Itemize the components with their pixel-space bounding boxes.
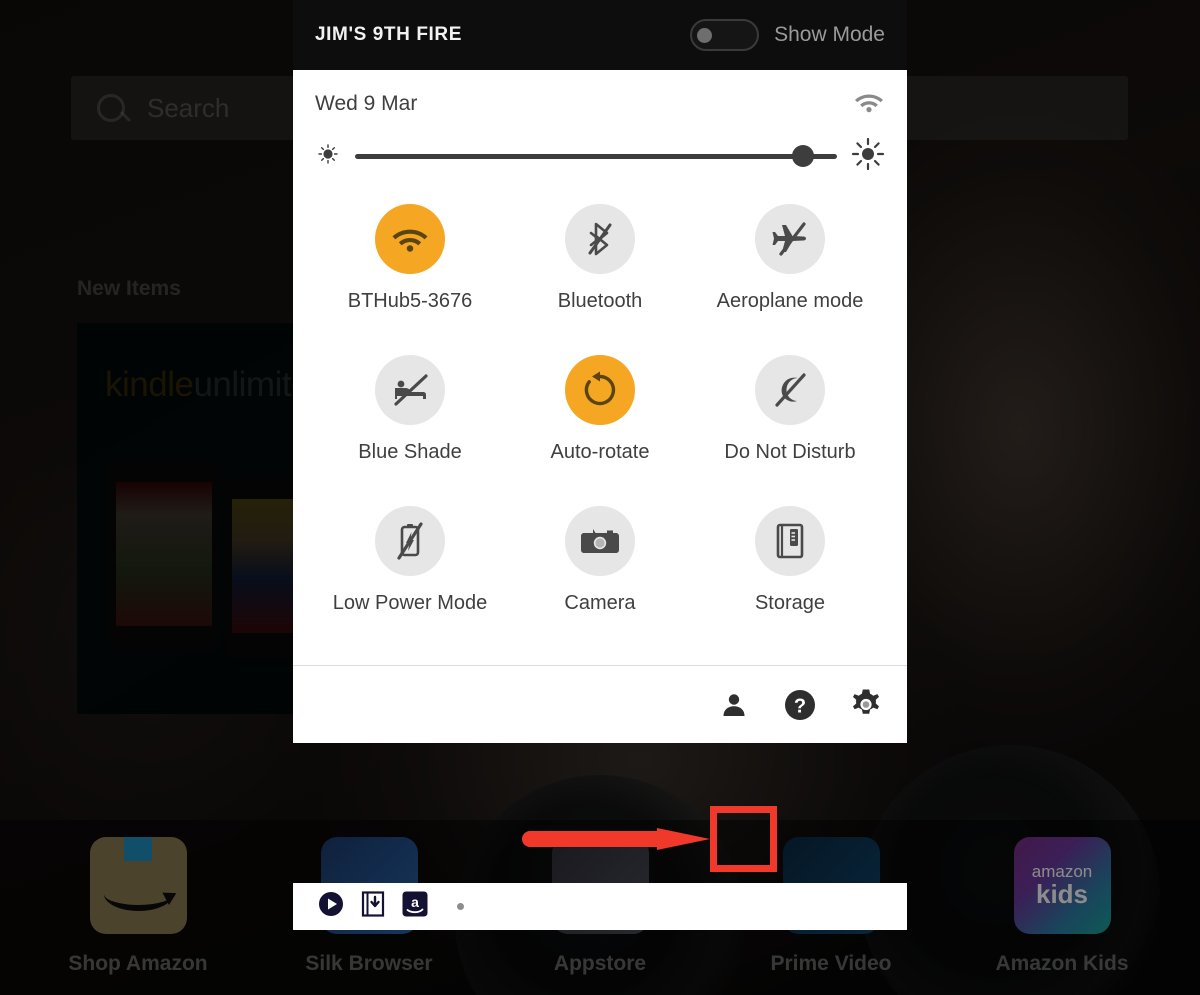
brightness-slider-track[interactable]	[355, 145, 837, 167]
device-name: JIM'S 9TH FIRE	[315, 24, 462, 45]
tile-label: Bluetooth	[557, 290, 643, 312]
panel-footer: ?	[293, 665, 907, 743]
tile-camera[interactable]: Camera	[505, 506, 695, 615]
wifi-icon	[375, 204, 445, 274]
screen: Search New Items kindleunlimited Shop Am…	[0, 0, 1200, 995]
aeroplane-mode-off-icon	[755, 204, 825, 274]
quick-settings-tiles: BTHub5-3676 Bluetooth Aeroplane mode Blu…	[315, 182, 885, 665]
tile-label: Auto-rotate	[550, 441, 650, 463]
tile-label: Do Not Disturb	[724, 441, 856, 463]
camera-icon	[565, 506, 635, 576]
tile-auto-rotate[interactable]: Auto-rotate	[505, 355, 695, 464]
blue-shade-off-icon	[375, 355, 445, 425]
tile-aeroplane-mode[interactable]: Aeroplane mode	[695, 204, 885, 313]
annotation-highlight-box	[710, 806, 777, 872]
date-text: Wed 9 Mar	[315, 92, 418, 115]
tile-low-power-mode[interactable]: Low Power Mode	[315, 506, 505, 615]
brightness-slider-thumb[interactable]	[792, 145, 815, 167]
brightness-high-icon	[851, 137, 885, 176]
low-power-mode-off-icon	[375, 506, 445, 576]
bluetooth-off-icon	[565, 204, 635, 274]
tile-wifi[interactable]: BTHub5-3676	[315, 204, 505, 313]
tile-do-not-disturb[interactable]: Do Not Disturb	[695, 355, 885, 464]
tile-label: Storage	[754, 592, 826, 614]
settings-button[interactable]	[847, 686, 885, 724]
profiles-button[interactable]	[715, 686, 753, 724]
brightness-low-icon	[315, 141, 341, 172]
play-circle-icon[interactable]	[318, 891, 344, 922]
toggle-knob	[697, 27, 713, 43]
tile-row: BTHub5-3676 Bluetooth Aeroplane mode	[315, 204, 885, 313]
annotation-arrow	[522, 828, 712, 850]
auto-rotate-icon	[565, 355, 635, 425]
tile-storage[interactable]: Storage	[695, 506, 885, 615]
status-row: Wed 9 Mar	[315, 70, 885, 130]
brightness-slider-row[interactable]	[315, 130, 885, 182]
wifi-icon	[853, 90, 885, 119]
show-mode-toggle[interactable]	[690, 19, 760, 51]
tile-bluetooth[interactable]: Bluetooth	[505, 204, 695, 313]
tile-label: Aeroplane mode	[716, 290, 864, 312]
tile-blue-shade[interactable]: Blue Shade	[315, 355, 505, 464]
notification-dot	[457, 903, 464, 910]
tile-label: Blue Shade	[358, 441, 462, 463]
download-book-icon[interactable]	[361, 891, 385, 922]
help-button[interactable]: ?	[781, 686, 819, 724]
tile-label: Camera	[564, 592, 636, 614]
quick-settings-panel: JIM'S 9TH FIRE Show Mode Wed 9 Mar BTHub…	[293, 0, 907, 743]
tile-label: BTHub5-3676	[347, 290, 473, 312]
tile-row: Low Power Mode Camera Storage	[315, 506, 885, 615]
panel-body: Wed 9 Mar BTHub5-3676 Bluetooth Aeroplan…	[293, 70, 907, 665]
tile-row: Blue Shade Auto-rotate Do Not Disturb	[315, 355, 885, 464]
svg-text:?: ?	[794, 695, 806, 717]
tile-label: Low Power Mode	[332, 592, 488, 614]
amazon-app-icon[interactable]: a	[402, 891, 428, 922]
svg-text:a: a	[411, 894, 419, 910]
show-mode-label: Show Mode	[774, 23, 885, 46]
do-not-disturb-off-icon	[755, 355, 825, 425]
storage-icon	[755, 506, 825, 576]
panel-header: JIM'S 9TH FIRE Show Mode	[293, 0, 907, 70]
notification-bar[interactable]: a	[293, 883, 907, 930]
